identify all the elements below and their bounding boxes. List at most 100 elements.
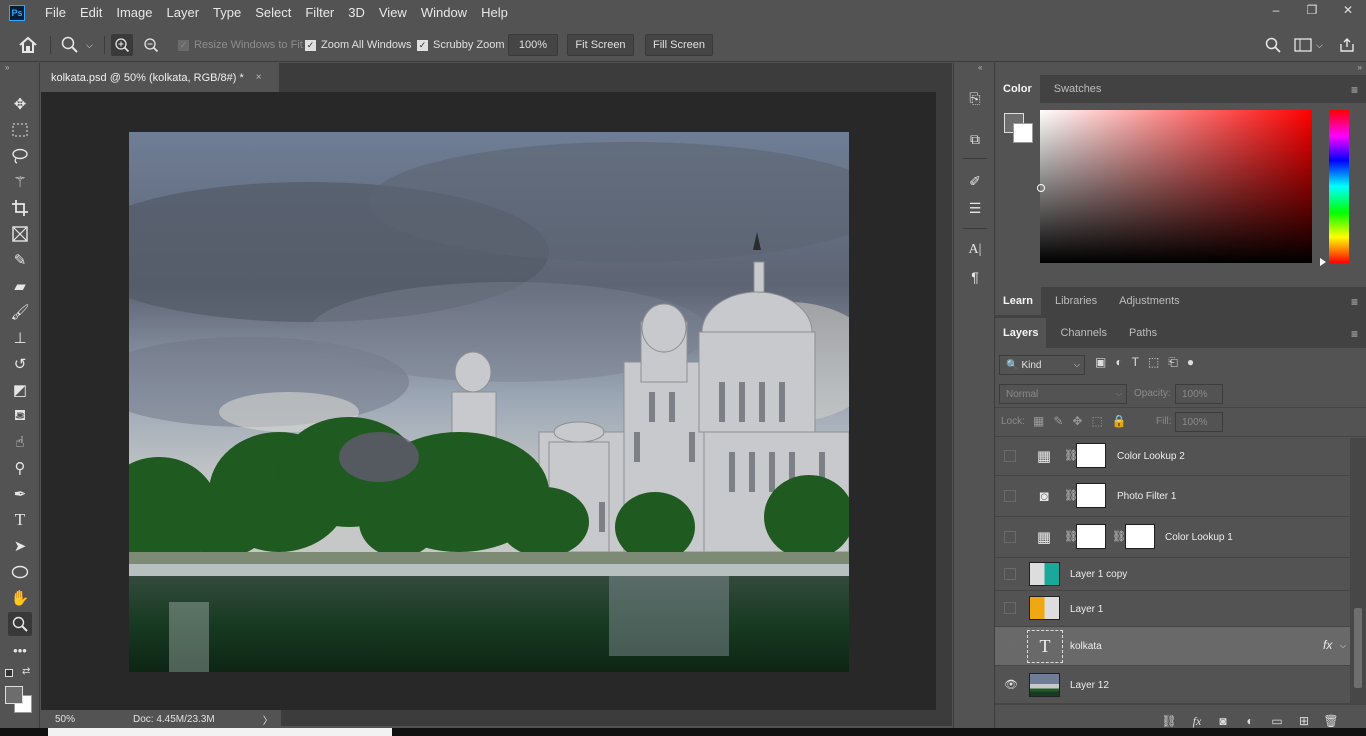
add-mask-icon[interactable]: ◙ [1214, 713, 1232, 729]
zoom-100-button[interactable]: 100% [508, 34, 558, 56]
fill-input[interactable]: 100% [1175, 412, 1223, 432]
tab-learn[interactable]: Learn [995, 287, 1041, 315]
visibility-toggle[interactable]: 👁 [1003, 678, 1019, 691]
paragraph-panel-button[interactable]: ¶ [963, 266, 987, 288]
lock-image-icon[interactable]: ✎ [1053, 414, 1063, 428]
taskbar-search[interactable] [48, 728, 392, 736]
type-tool[interactable]: T [8, 508, 32, 532]
visibility-toggle[interactable] [1004, 640, 1016, 652]
menu-image[interactable]: Image [109, 0, 159, 26]
fill-screen-button[interactable]: Fill Screen [645, 34, 713, 56]
menu-3d[interactable]: 3D [341, 0, 372, 26]
horizontal-scrollbar[interactable] [281, 710, 952, 726]
type-filter-icon[interactable]: T [1132, 355, 1139, 370]
panel-menu-icon[interactable]: ≡ [1351, 83, 1358, 97]
smudge-tool[interactable]: ☝ [8, 430, 32, 454]
history-brush-tool[interactable]: ↺ [8, 352, 32, 376]
lock-position-icon[interactable]: ✥ [1072, 414, 1082, 428]
panel-menu-icon[interactable]: ≡ [1351, 327, 1358, 341]
fit-screen-button[interactable]: Fit Screen [567, 34, 634, 56]
new-group-icon[interactable]: ▭ [1268, 713, 1286, 729]
layer-mask-thumbnail[interactable] [1076, 483, 1106, 508]
scrubby-zoom-checkbox[interactable]: ✓ Scrubby Zoom [417, 28, 505, 62]
collapse-panels-icon[interactable]: « [978, 63, 982, 72]
marquee-tool[interactable] [8, 118, 32, 142]
lock-all-icon[interactable]: 🔒 [1112, 414, 1127, 428]
eyedropper-tool[interactable]: ✎ [8, 248, 32, 272]
brush-tool[interactable]: 🖌 [8, 300, 32, 324]
visibility-toggle[interactable] [1004, 568, 1016, 580]
background-color-swatch[interactable] [1013, 123, 1033, 143]
character-panel-button[interactable]: A| [963, 239, 987, 261]
zoom-tool-preset[interactable]: ⌵ [60, 28, 93, 62]
menu-layer[interactable]: Layer [160, 0, 207, 26]
new-layer-icon[interactable]: ⊞ [1295, 713, 1313, 729]
vertical-scrollbar[interactable] [936, 92, 952, 710]
close-tab-icon[interactable]: × [256, 72, 262, 83]
paint-bucket-tool[interactable]: ⛾ [8, 404, 32, 428]
lasso-tool[interactable] [8, 144, 32, 168]
layer-row[interactable]: Layer 1 [995, 591, 1350, 627]
menu-type[interactable]: Type [206, 0, 248, 26]
swap-colors-icon[interactable]: ⇄ [22, 666, 30, 677]
shape-filter-icon[interactable]: ⬚ [1148, 355, 1159, 370]
document-tab[interactable]: kolkata.psd @ 50% (kolkata, RGB/8#) * × [41, 63, 279, 92]
trash-icon[interactable]: 🗑 [1322, 713, 1340, 729]
lock-transparent-icon[interactable]: ▦ [1033, 414, 1044, 428]
dodge-tool[interactable]: ⚲ [8, 456, 32, 480]
opacity-input[interactable]: 100% [1175, 384, 1223, 404]
restore-button[interactable]: ❐ [1294, 0, 1330, 20]
history-panel-button[interactable]: ⎘ [963, 87, 987, 109]
menu-filter[interactable]: Filter [298, 0, 341, 26]
zoom-tool[interactable] [8, 612, 32, 636]
chevron-down-icon[interactable]: ⌵ [1340, 641, 1346, 651]
layer-row[interactable]: Layer 1 copy [995, 558, 1350, 591]
close-button[interactable]: ✕ [1330, 0, 1366, 20]
menu-help[interactable]: Help [474, 0, 515, 26]
healing-brush-tool[interactable]: ▰ [8, 274, 32, 298]
pen-tool[interactable]: ✒ [8, 482, 32, 506]
layer-row[interactable]: ▦ ⛓ ⛓ Color Lookup 1 [995, 517, 1350, 558]
tab-paths[interactable]: Paths [1121, 318, 1165, 348]
tab-swatches[interactable]: Swatches [1046, 75, 1110, 103]
adjustment-filter-icon[interactable]: ◐ [1115, 355, 1122, 370]
layer-thumbnail[interactable] [1076, 524, 1106, 549]
blend-mode-select[interactable]: Normal ⌵ [999, 384, 1127, 404]
layer-thumbnail[interactable] [1029, 562, 1060, 586]
color-picker-cursor[interactable] [1037, 184, 1045, 192]
brush-settings-button[interactable]: ✐ [963, 170, 987, 192]
3d-panel-button[interactable]: ⧉ [963, 128, 987, 150]
frame-tool[interactable] [8, 222, 32, 246]
layer-mask-thumbnail[interactable] [1076, 443, 1106, 468]
fx-icon[interactable]: fx [1323, 638, 1332, 652]
share-button[interactable] [1339, 28, 1355, 62]
smart-object-filter-icon[interactable]: ⎗ [1168, 355, 1178, 370]
layer-row[interactable]: ▦ ⛓ Color Lookup 2 [995, 437, 1350, 476]
minimize-button[interactable]: – [1258, 0, 1294, 20]
menu-window[interactable]: Window [414, 0, 474, 26]
panel-menu-icon[interactable]: ≡ [1351, 295, 1358, 309]
layer-filter-kind[interactable]: 🔍 Kind ⌵ [999, 355, 1085, 375]
menu-edit[interactable]: Edit [73, 0, 109, 26]
status-menu-icon[interactable]: 〉 [263, 712, 273, 727]
crop-tool[interactable] [8, 196, 32, 220]
zoom-all-windows-checkbox[interactable]: ✓ Zoom All Windows [305, 28, 411, 62]
color-field[interactable] [1040, 110, 1312, 263]
zoom-out-button[interactable] [140, 34, 162, 56]
visibility-toggle[interactable] [1004, 602, 1016, 614]
visibility-toggle[interactable] [1004, 490, 1016, 502]
tab-libraries[interactable]: Libraries [1047, 287, 1105, 315]
link-layers-icon[interactable]: ⛓ [1160, 713, 1178, 729]
foreground-color[interactable] [5, 686, 23, 704]
layers-scrollbar[interactable] [1350, 438, 1366, 704]
text-layer-thumbnail[interactable]: T [1027, 630, 1063, 663]
layer-row[interactable]: ◙ ⛓ Photo Filter 1 [995, 476, 1350, 517]
layer-thumbnail[interactable] [1029, 596, 1060, 620]
zoom-in-button[interactable] [111, 34, 133, 56]
menu-select[interactable]: Select [248, 0, 298, 26]
tab-channels[interactable]: Channels [1052, 318, 1114, 348]
hue-slider[interactable] [1329, 110, 1349, 263]
tab-color[interactable]: Color [995, 75, 1040, 103]
eraser-tool[interactable]: ◩ [8, 378, 32, 402]
adjustment-layer-icon[interactable]: ◐ [1241, 713, 1259, 729]
